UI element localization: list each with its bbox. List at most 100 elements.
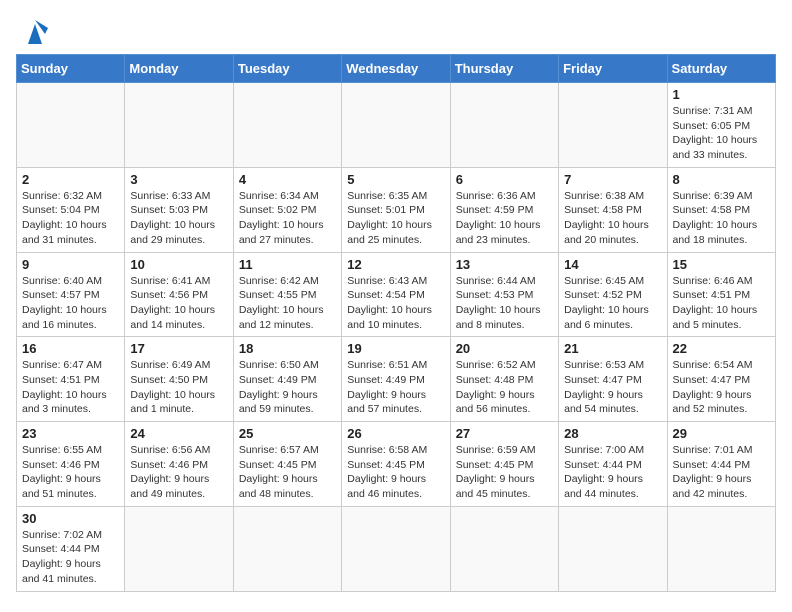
calendar-cell: 3 Sunrise: 6:33 AM Sunset: 5:03 PM Daylig… <box>125 167 233 252</box>
calendar-week-row: 30Sunrise: 7:02 AM Sunset: 4:44 PM Dayli… <box>17 506 776 591</box>
day-number: 18 <box>239 341 336 356</box>
day-number: 14 <box>564 257 661 272</box>
weekday-row: SundayMondayTuesdayWednesdayThursdayFrid… <box>17 55 776 83</box>
day-info: Sunrise: 6:49 AM Sunset: 4:50 PM Dayligh… <box>130 358 227 417</box>
calendar-cell: 22 Sunrise: 6:54 AM Sunset: 4:47 PM Dayli… <box>667 337 775 422</box>
day-info: Sunrise: 6:32 AM Sunset: 5:04 PM Dayligh… <box>22 189 119 248</box>
day-number: 3 <box>130 172 227 187</box>
day-number: 15 <box>673 257 770 272</box>
day-number: 10 <box>130 257 227 272</box>
day-info: Sunrise: 6:33 AM Sunset: 5:03 PM Dayligh… <box>130 189 227 248</box>
day-info: Sunrise: 6:50 AM Sunset: 4:49 PM Dayligh… <box>239 358 336 417</box>
calendar-cell <box>125 506 233 591</box>
day-info: Sunrise: 7:02 AM Sunset: 4:44 PM Dayligh… <box>22 528 119 587</box>
logo-bar <box>16 16 50 44</box>
calendar-week-row: 9Sunrise: 6:40 AM Sunset: 4:57 PM Daylig… <box>17 252 776 337</box>
calendar-cell <box>559 506 667 591</box>
day-info: Sunrise: 6:44 AM Sunset: 4:53 PM Dayligh… <box>456 274 553 333</box>
calendar-cell: 25Sunrise: 6:57 AM Sunset: 4:45 PM Dayli… <box>233 422 341 507</box>
day-info: Sunrise: 6:55 AM Sunset: 4:46 PM Dayligh… <box>22 443 119 502</box>
day-info: Sunrise: 6:39 AM Sunset: 4:58 PM Dayligh… <box>673 189 770 248</box>
day-info: Sunrise: 6:45 AM Sunset: 4:52 PM Dayligh… <box>564 274 661 333</box>
calendar-cell: 19 Sunrise: 6:51 AM Sunset: 4:49 PM Dayli… <box>342 337 450 422</box>
calendar-header: SundayMondayTuesdayWednesdayThursdayFrid… <box>17 55 776 83</box>
day-number: 2 <box>22 172 119 187</box>
day-info: Sunrise: 6:46 AM Sunset: 4:51 PM Dayligh… <box>673 274 770 333</box>
calendar-cell: 2 Sunrise: 6:32 AM Sunset: 5:04 PM Daylig… <box>17 167 125 252</box>
day-number: 11 <box>239 257 336 272</box>
calendar-cell: 29Sunrise: 7:01 AM Sunset: 4:44 PM Dayli… <box>667 422 775 507</box>
weekday-header: Thursday <box>450 55 558 83</box>
day-info: Sunrise: 6:41 AM Sunset: 4:56 PM Dayligh… <box>130 274 227 333</box>
weekday-header: Sunday <box>17 55 125 83</box>
calendar-cell: 17 Sunrise: 6:49 AM Sunset: 4:50 PM Dayli… <box>125 337 233 422</box>
day-number: 13 <box>456 257 553 272</box>
day-number: 23 <box>22 426 119 441</box>
day-info: Sunrise: 6:38 AM Sunset: 4:58 PM Dayligh… <box>564 189 661 248</box>
calendar-cell: 30Sunrise: 7:02 AM Sunset: 4:44 PM Dayli… <box>17 506 125 591</box>
day-info: Sunrise: 6:47 AM Sunset: 4:51 PM Dayligh… <box>22 358 119 417</box>
calendar-cell <box>342 506 450 591</box>
calendar-cell: 9Sunrise: 6:40 AM Sunset: 4:57 PM Daylig… <box>17 252 125 337</box>
day-info: Sunrise: 6:52 AM Sunset: 4:48 PM Dayligh… <box>456 358 553 417</box>
calendar-week-row: 23 Sunrise: 6:55 AM Sunset: 4:46 PM Dayli… <box>17 422 776 507</box>
calendar-week-row: 16Sunrise: 6:47 AM Sunset: 4:51 PM Dayli… <box>17 337 776 422</box>
weekday-header: Wednesday <box>342 55 450 83</box>
weekday-header: Monday <box>125 55 233 83</box>
day-number: 12 <box>347 257 444 272</box>
day-number: 29 <box>673 426 770 441</box>
day-info: Sunrise: 7:31 AM Sunset: 6:05 PM Dayligh… <box>673 104 770 163</box>
day-number: 27 <box>456 426 553 441</box>
calendar-cell: 27 Sunrise: 6:59 AM Sunset: 4:45 PM Dayli… <box>450 422 558 507</box>
calendar-cell: 13 Sunrise: 6:44 AM Sunset: 4:53 PM Dayli… <box>450 252 558 337</box>
day-number: 24 <box>130 426 227 441</box>
day-info: Sunrise: 7:00 AM Sunset: 4:44 PM Dayligh… <box>564 443 661 502</box>
day-number: 8 <box>673 172 770 187</box>
day-info: Sunrise: 6:59 AM Sunset: 4:45 PM Dayligh… <box>456 443 553 502</box>
weekday-header: Tuesday <box>233 55 341 83</box>
calendar-cell: 18 Sunrise: 6:50 AM Sunset: 4:49 PM Dayli… <box>233 337 341 422</box>
day-info: Sunrise: 6:43 AM Sunset: 4:54 PM Dayligh… <box>347 274 444 333</box>
calendar-cell: 15 Sunrise: 6:46 AM Sunset: 4:51 PM Dayli… <box>667 252 775 337</box>
calendar-cell: 6 Sunrise: 6:36 AM Sunset: 4:59 PM Daylig… <box>450 167 558 252</box>
calendar-cell: 23 Sunrise: 6:55 AM Sunset: 4:46 PM Dayli… <box>17 422 125 507</box>
day-info: Sunrise: 6:58 AM Sunset: 4:45 PM Dayligh… <box>347 443 444 502</box>
day-number: 7 <box>564 172 661 187</box>
day-number: 5 <box>347 172 444 187</box>
day-info: Sunrise: 6:35 AM Sunset: 5:01 PM Dayligh… <box>347 189 444 248</box>
calendar-cell <box>17 83 125 168</box>
day-info: Sunrise: 6:51 AM Sunset: 4:49 PM Dayligh… <box>347 358 444 417</box>
day-info: Sunrise: 6:54 AM Sunset: 4:47 PM Dayligh… <box>673 358 770 417</box>
calendar-cell: 26Sunrise: 6:58 AM Sunset: 4:45 PM Dayli… <box>342 422 450 507</box>
header <box>16 16 776 44</box>
day-number: 28 <box>564 426 661 441</box>
calendar-cell: 1Sunrise: 7:31 AM Sunset: 6:05 PM Daylig… <box>667 83 775 168</box>
day-info: Sunrise: 6:34 AM Sunset: 5:02 PM Dayligh… <box>239 189 336 248</box>
calendar-table: SundayMondayTuesdayWednesdayThursdayFrid… <box>16 54 776 592</box>
day-info: Sunrise: 6:53 AM Sunset: 4:47 PM Dayligh… <box>564 358 661 417</box>
day-number: 4 <box>239 172 336 187</box>
calendar-cell: 4 Sunrise: 6:34 AM Sunset: 5:02 PM Daylig… <box>233 167 341 252</box>
calendar-cell: 21 Sunrise: 6:53 AM Sunset: 4:47 PM Dayli… <box>559 337 667 422</box>
calendar-cell: 24Sunrise: 6:56 AM Sunset: 4:46 PM Dayli… <box>125 422 233 507</box>
calendar-body: 1Sunrise: 7:31 AM Sunset: 6:05 PM Daylig… <box>17 83 776 592</box>
calendar-cell: 16Sunrise: 6:47 AM Sunset: 4:51 PM Dayli… <box>17 337 125 422</box>
calendar-cell: 11 Sunrise: 6:42 AM Sunset: 4:55 PM Dayli… <box>233 252 341 337</box>
day-info: Sunrise: 6:36 AM Sunset: 4:59 PM Dayligh… <box>456 189 553 248</box>
weekday-header: Friday <box>559 55 667 83</box>
calendar-cell <box>450 83 558 168</box>
day-number: 19 <box>347 341 444 356</box>
calendar-cell: 8 Sunrise: 6:39 AM Sunset: 4:58 PM Daylig… <box>667 167 775 252</box>
weekday-header: Saturday <box>667 55 775 83</box>
calendar-cell <box>125 83 233 168</box>
day-number: 21 <box>564 341 661 356</box>
calendar-cell: 7 Sunrise: 6:38 AM Sunset: 4:58 PM Daylig… <box>559 167 667 252</box>
day-number: 25 <box>239 426 336 441</box>
day-number: 6 <box>456 172 553 187</box>
calendar-cell <box>450 506 558 591</box>
calendar-week-row: 2 Sunrise: 6:32 AM Sunset: 5:04 PM Daylig… <box>17 167 776 252</box>
day-number: 17 <box>130 341 227 356</box>
day-number: 22 <box>673 341 770 356</box>
calendar-cell <box>342 83 450 168</box>
day-info: Sunrise: 6:42 AM Sunset: 4:55 PM Dayligh… <box>239 274 336 333</box>
